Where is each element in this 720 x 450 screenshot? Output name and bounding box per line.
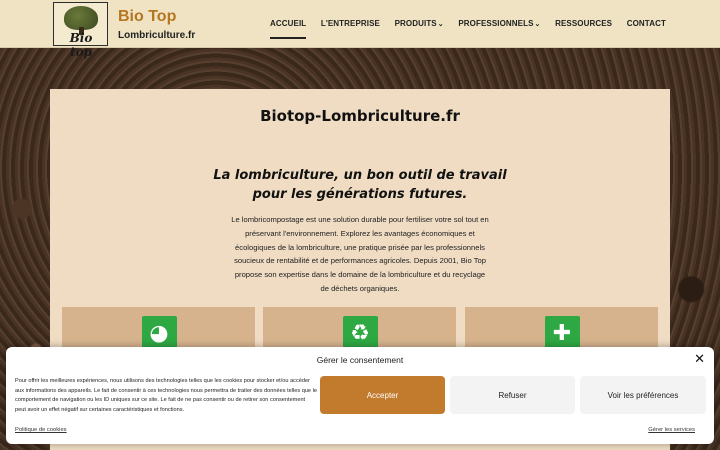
main-nav: ACCUEIL L'ENTREPRISE PRODUITS⌄ PROFESSIO… — [270, 19, 666, 39]
cookie-consent-banner: Gérer le consentement ✕ Pour offrir les … — [6, 347, 714, 444]
site-header: Bio top Bio Top Lombriculture.fr ACCUEIL… — [0, 0, 720, 59]
brand-title[interactable]: Bio Top — [118, 8, 176, 26]
puzzle-icon: ✚ — [544, 316, 580, 351]
nav-accueil[interactable]: ACCUEIL — [270, 19, 307, 39]
nav-contact[interactable]: CONTACT — [627, 19, 666, 28]
manage-services-link[interactable]: Gérer les services — [648, 427, 695, 433]
close-icon[interactable]: ✕ — [694, 352, 705, 367]
nav-produits[interactable]: PRODUITS⌄ — [395, 19, 444, 28]
nav-professionnels[interactable]: PROFESSIONNELS⌄ — [458, 19, 540, 28]
refuse-button[interactable]: Refuser — [450, 376, 575, 414]
logo-text: Bio top — [69, 31, 93, 59]
nav-entreprise-label: L'ENTREPRISE — [320, 19, 380, 28]
page-title: Biotop-Lombriculture.fr — [260, 107, 460, 125]
nav-ressources[interactable]: RESSOURCES — [555, 19, 612, 28]
nav-entreprise[interactable]: L'ENTREPRISE — [321, 19, 380, 28]
cookie-title: Gérer le consentement — [316, 355, 404, 365]
nav-ressources-label: RESSOURCES — [555, 19, 613, 28]
nav-contact-label: CONTACT — [626, 19, 666, 28]
brand-subtitle[interactable]: Lombriculture.fr — [118, 30, 195, 41]
chevron-down-icon: ⌄ — [437, 21, 444, 28]
nav-accueil-label: ACCUEIL — [270, 19, 307, 28]
tagline-line-2: pour les générations futures. — [252, 187, 468, 202]
globe-icon: ◕ — [141, 316, 177, 351]
accept-button[interactable]: Accepter — [320, 376, 445, 414]
intro-paragraph: Le lombricompostage est une solution dur… — [231, 215, 489, 293]
site-logo[interactable]: Bio top — [53, 2, 108, 59]
cookie-policy-link[interactable]: Politique de cookies — [15, 427, 67, 433]
nav-produits-label: PRODUITS — [394, 19, 437, 28]
preferences-button[interactable]: Voir les préférences — [580, 376, 706, 414]
tagline: La lombriculture, un bon outil de travai… — [50, 166, 670, 204]
chevron-down-icon: ⌄ — [534, 21, 541, 28]
recycle-icon: ♻ — [342, 316, 378, 351]
cookie-description: Pour offrir les meilleures expériences, … — [15, 378, 317, 413]
nav-professionnels-label: PROFESSIONNELS — [458, 19, 534, 28]
tagline-line-1: La lombriculture, un bon outil de travai… — [213, 168, 507, 183]
